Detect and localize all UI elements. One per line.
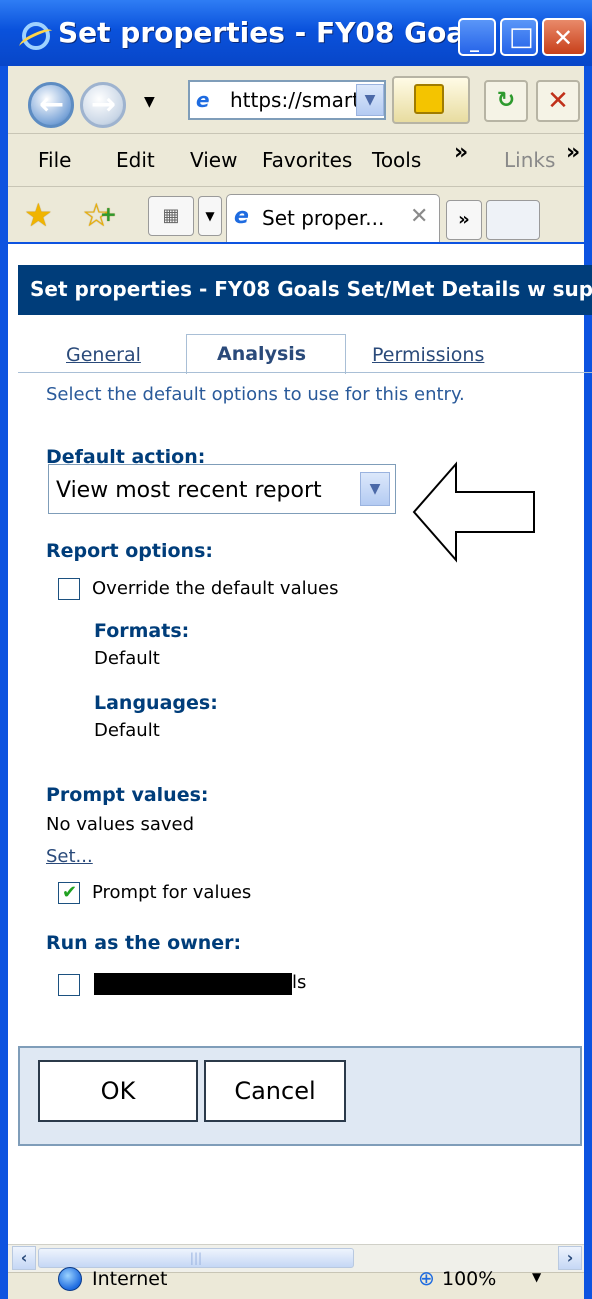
prompt-for-values-label: Prompt for values: [92, 882, 252, 903]
security-zone-label: Internet: [92, 1268, 168, 1290]
report-options-label: Report options:: [46, 540, 213, 562]
ok-button[interactable]: OK: [38, 1060, 198, 1122]
override-defaults-label: Override the default values: [92, 578, 339, 599]
forward-arrow-icon: →: [91, 87, 117, 122]
default-action-value: View most recent report: [56, 478, 322, 503]
tabs-divider: [18, 372, 592, 373]
zoom-level[interactable]: 100%: [442, 1268, 496, 1290]
add-favorite-icon[interactable]: ☆: [82, 196, 116, 234]
recent-pages-dropdown-icon[interactable]: ▼: [144, 94, 155, 110]
tab-overflow-button[interactable]: »: [446, 200, 482, 240]
favorites-star-icon[interactable]: ★: [24, 196, 53, 234]
lock-icon: [414, 84, 444, 114]
scroll-right-button[interactable]: ›: [558, 1246, 582, 1270]
tab-permissions[interactable]: Permissions: [372, 344, 484, 366]
prompt-values-status: No values saved: [46, 814, 195, 835]
menu-overflow-chevron[interactable]: »: [454, 140, 468, 165]
cancel-button[interactable]: Cancel: [204, 1060, 346, 1122]
tab-close-icon[interactable]: ✕: [410, 204, 428, 229]
formats-label: Formats:: [94, 620, 190, 642]
ie-logo-icon: [22, 22, 50, 50]
scrollbar-thumb[interactable]: |||: [38, 1248, 354, 1268]
set-prompt-values-link[interactable]: Set...: [46, 846, 93, 867]
zoom-dropdown-icon[interactable]: ▼: [532, 1270, 541, 1284]
languages-label: Languages:: [94, 692, 218, 714]
tab-general[interactable]: General: [66, 344, 141, 366]
maximize-button[interactable]: □: [500, 18, 538, 56]
override-defaults-checkbox[interactable]: [58, 578, 80, 600]
stop-button[interactable]: ✕: [536, 80, 580, 122]
run-as-owner-label: Run as the owner:: [46, 932, 242, 954]
back-arrow-icon: ←: [39, 87, 65, 122]
chevron-down-icon[interactable]: ▼: [360, 472, 390, 506]
run-as-owner-checkbox[interactable]: [58, 974, 80, 996]
page-header: Set properties - FY08 Goals Set/Met Deta…: [18, 265, 592, 315]
tab-analysis-label: Analysis: [217, 343, 307, 365]
redacted-owner-name: [94, 973, 292, 995]
owner-name-suffix: ls: [292, 972, 307, 993]
links-overflow-chevron[interactable]: »: [566, 140, 580, 165]
tab-description: Select the default options to use for th…: [46, 384, 465, 405]
prompt-values-label: Prompt values:: [46, 784, 209, 806]
back-button[interactable]: ←: [28, 82, 74, 128]
internet-zone-icon: [58, 1267, 82, 1291]
links-toolbar-label[interactable]: Links: [504, 148, 555, 172]
tab-list-dropdown-icon[interactable]: ▼: [198, 196, 222, 236]
zoom-icon[interactable]: ⊕: [418, 1266, 435, 1290]
quick-tabs-icon[interactable]: ▦: [148, 196, 194, 236]
menu-file[interactable]: File: [38, 148, 71, 172]
close-button[interactable]: ✕: [542, 18, 586, 56]
scroll-left-button[interactable]: ‹: [12, 1246, 36, 1270]
annotation-arrow: [412, 461, 535, 563]
prompt-for-values-checkbox[interactable]: [58, 882, 80, 904]
tab-analysis[interactable]: Analysis: [186, 334, 346, 374]
tab-page-icon: e: [234, 204, 249, 229]
forward-button[interactable]: →: [80, 82, 126, 128]
menu-tools[interactable]: Tools: [372, 148, 421, 172]
menu-favorites[interactable]: Favorites: [262, 148, 352, 172]
minimize-button[interactable]: _: [458, 18, 496, 56]
address-dropdown-icon[interactable]: ▼: [356, 84, 384, 116]
page-icon: e: [196, 88, 210, 112]
browser-tab-label: Set proper...: [262, 206, 385, 230]
menu-view[interactable]: View: [190, 148, 237, 172]
new-tab-button[interactable]: [486, 200, 540, 240]
languages-value: Default: [94, 720, 160, 741]
refresh-button[interactable]: ↻: [484, 80, 528, 122]
formats-value: Default: [94, 648, 160, 669]
menu-edit[interactable]: Edit: [116, 148, 155, 172]
